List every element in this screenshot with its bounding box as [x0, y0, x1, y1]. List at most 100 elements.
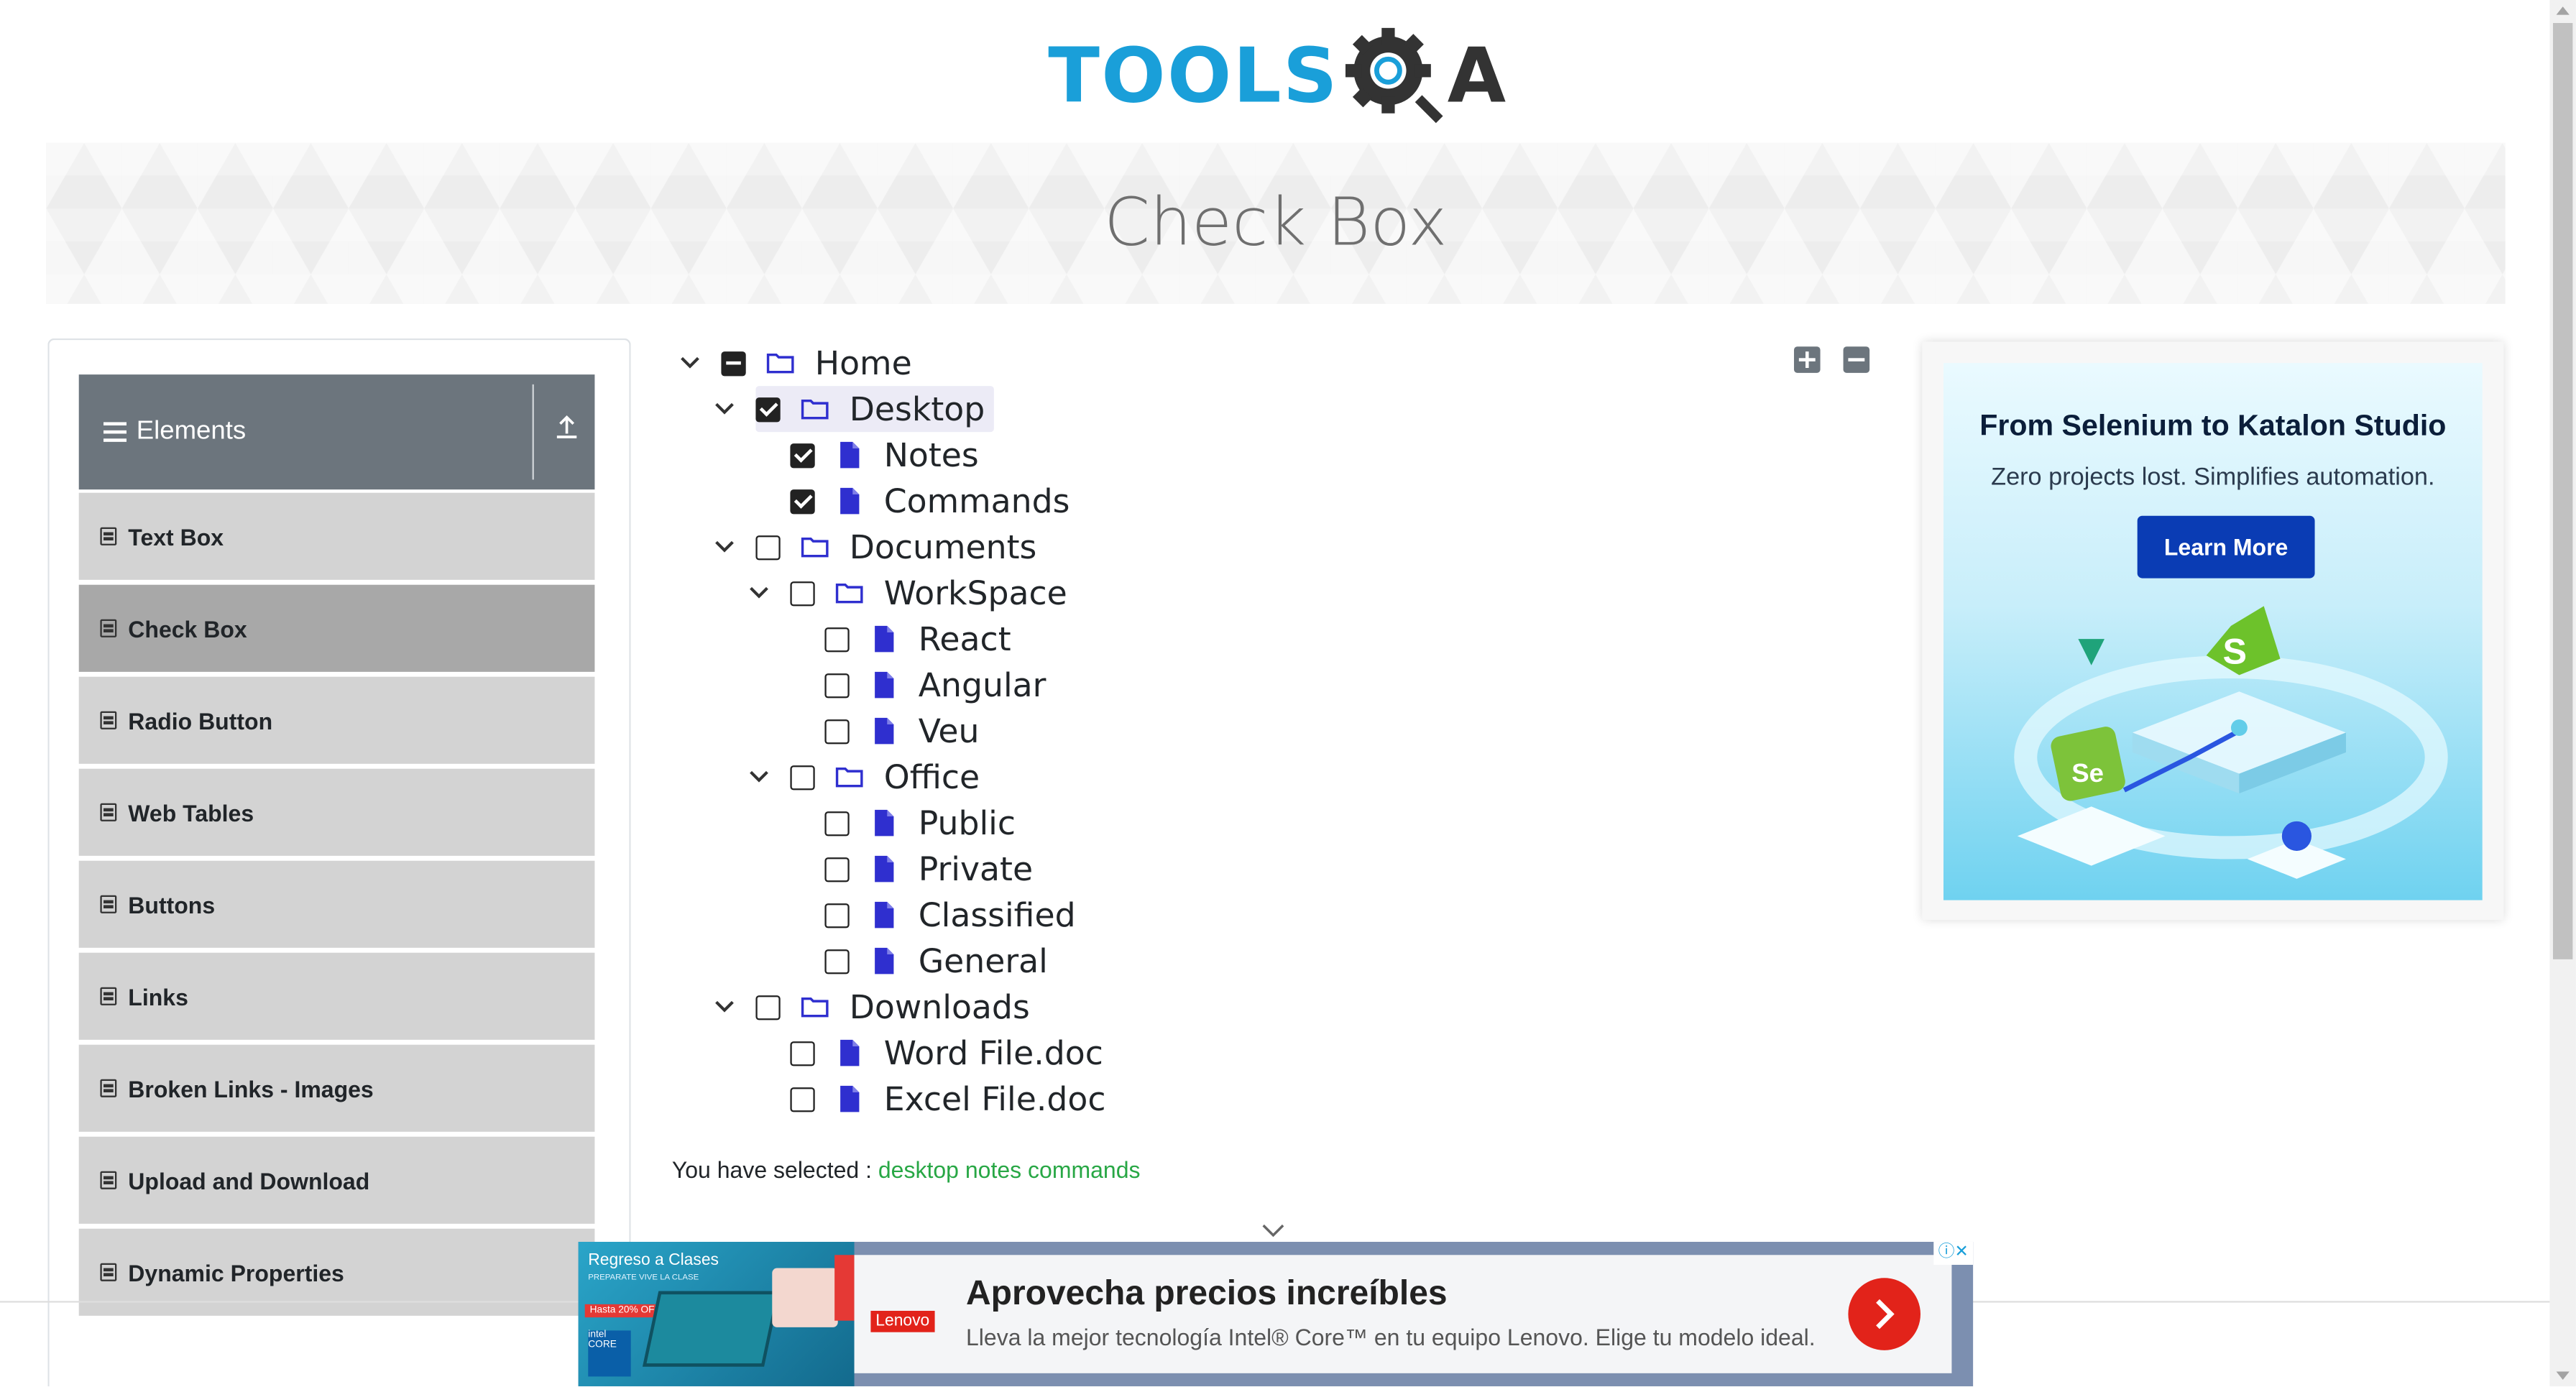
file-icon — [869, 671, 898, 700]
sidebar-item-web-tables[interactable]: Web Tables — [78, 768, 595, 856]
tree-checkbox[interactable] — [790, 580, 815, 606]
file-icon — [869, 625, 898, 654]
sidebar-item-buttons[interactable]: Buttons — [78, 860, 595, 948]
tree-node-label[interactable]: Office — [880, 757, 983, 797]
file-icon — [834, 441, 864, 470]
tree-node-label[interactable]: Commands — [880, 481, 1073, 521]
tree-checkbox[interactable] — [824, 626, 850, 652]
tree-node-home[interactable]: Home — [678, 340, 915, 386]
tree-node-classified[interactable]: Classified — [824, 892, 1079, 938]
tree-checkbox[interactable] — [790, 1086, 815, 1112]
collapse-all-button[interactable] — [1843, 346, 1870, 373]
sidebar-item-text-box[interactable]: Text Box — [78, 492, 595, 580]
tree-node-label[interactable]: React — [915, 619, 1014, 659]
sidebar-item-upload-and-download[interactable]: Upload and Download — [78, 1136, 595, 1224]
chevron-down-icon[interactable] — [713, 524, 736, 570]
sidebar-item-label: Radio Button — [128, 706, 273, 734]
chevron-down-icon[interactable] — [1261, 1222, 1284, 1239]
tree-node-label[interactable]: Veu — [915, 711, 983, 751]
scroll-down-icon[interactable] — [2556, 1371, 2570, 1380]
tree-node-word-file-doc[interactable]: Word File.doc — [790, 1030, 1106, 1076]
chevron-down-icon[interactable] — [748, 754, 770, 800]
chevron-down-icon[interactable] — [713, 386, 736, 432]
page-title: Check Box — [1104, 185, 1448, 262]
katalon-ad[interactable]: From Selenium to Katalon Studio Zero pro… — [1922, 341, 2504, 920]
tree-node-label[interactable]: Notes — [880, 436, 982, 475]
tree-node-commands[interactable]: Commands — [790, 478, 1073, 524]
tree-node-label[interactable]: Desktop — [846, 390, 988, 429]
tree-node-label[interactable]: Downloads — [846, 987, 1033, 1027]
tree-checkbox[interactable] — [824, 718, 850, 744]
page-scrollbar[interactable] — [2549, 0, 2576, 1387]
tree-node-public[interactable]: Public — [824, 800, 1018, 846]
tree-node-documents[interactable]: Documents — [713, 524, 1040, 570]
tree-node-notes[interactable]: Notes — [790, 432, 982, 478]
html5-icon — [100, 1171, 117, 1189]
html5-icon — [100, 711, 117, 729]
sidebar-item-label: Buttons — [128, 890, 216, 918]
tree-node-react[interactable]: React — [824, 616, 1014, 662]
scroll-up-icon[interactable] — [2556, 6, 2570, 15]
sidebar-item-dynamic-properties[interactable]: Dynamic Properties — [78, 1228, 595, 1316]
sidebar-item-check-box[interactable]: Check Box — [78, 584, 595, 672]
tree-node-office[interactable]: Office — [748, 754, 983, 800]
tree-node-veu[interactable]: Veu — [824, 708, 983, 754]
file-icon — [869, 900, 898, 930]
tree-node-label[interactable]: Angular — [915, 665, 1049, 705]
tree-node-angular[interactable]: Angular — [824, 662, 1049, 708]
tree-checkbox[interactable] — [824, 902, 850, 928]
tree-node-label[interactable]: Classified — [915, 895, 1079, 935]
expand-all-button[interactable] — [1793, 346, 1821, 373]
sidebar-item-label: Text Box — [128, 522, 224, 550]
chevron-down-icon[interactable] — [748, 570, 770, 616]
ad-go-button[interactable] — [1848, 1278, 1920, 1350]
tree-checkbox[interactable] — [721, 350, 746, 376]
tree-checkbox[interactable] — [755, 994, 781, 1020]
tree-node-label[interactable]: General — [915, 941, 1051, 981]
selection-result: You have selected : desktop notes comman… — [672, 1156, 1141, 1183]
tree-node-label[interactable]: Excel File.doc — [880, 1079, 1109, 1119]
tree-node-general[interactable]: General — [824, 938, 1051, 984]
scroll-thumb[interactable] — [2552, 22, 2573, 959]
tree-node-private[interactable]: Private — [824, 846, 1036, 892]
tree-checkbox[interactable] — [755, 534, 781, 560]
svg-text:Se: Se — [2071, 758, 2104, 788]
html5-icon — [100, 895, 117, 913]
hamburger-icon — [103, 422, 126, 442]
tree-node-label[interactable]: WorkSpace — [880, 573, 1070, 613]
tree-node-label[interactable]: Public — [915, 803, 1018, 843]
tree-checkbox[interactable] — [790, 764, 815, 790]
sidebar-item-links[interactable]: Links — [78, 952, 595, 1040]
tree-checkbox[interactable] — [790, 488, 815, 514]
ad-left-title: Regreso a Clases — [588, 1251, 719, 1270]
tree-node-desktop[interactable]: Desktop — [713, 386, 988, 432]
tree-checkbox[interactable] — [824, 810, 850, 836]
tree-node-label[interactable]: Word File.doc — [880, 1033, 1106, 1073]
ad-card[interactable]: Lenovo Aprovecha precios increíbles Llev… — [854, 1255, 1952, 1373]
folder-icon — [834, 762, 864, 792]
tree-checkbox[interactable] — [824, 672, 850, 698]
tree-checkbox[interactable] — [824, 948, 850, 974]
chevron-down-icon[interactable] — [678, 340, 702, 386]
lenovo-ad[interactable]: Regreso a Clases PREPARATE VIVE LA CLASE… — [578, 1241, 1974, 1387]
chevron-down-icon[interactable] — [713, 984, 736, 1030]
file-icon — [869, 716, 898, 746]
logo-text: TOOLS — [1048, 31, 1339, 120]
tree-node-excel-file-doc[interactable]: Excel File.doc — [790, 1076, 1109, 1122]
sidebar-item-broken-links-images[interactable]: Broken Links - Images — [78, 1044, 595, 1132]
sidebar-item-radio-button[interactable]: Radio Button — [78, 676, 595, 764]
tree-node-label[interactable]: Documents — [846, 527, 1040, 567]
tree-node-label[interactable]: Home — [811, 344, 915, 383]
tree-node-label[interactable]: Private — [915, 849, 1036, 889]
elements-group-header[interactable]: Elements — [78, 374, 595, 490]
tree-node-workspace[interactable]: WorkSpace — [748, 570, 1070, 616]
tree-checkbox[interactable] — [790, 1040, 815, 1066]
tree-checkbox[interactable] — [755, 396, 781, 422]
tree-checkbox[interactable] — [824, 856, 850, 882]
collapse-up-icon[interactable] — [548, 414, 584, 450]
toolsqa-logo[interactable]: TOOLS A — [1048, 23, 1507, 128]
folder-icon — [800, 992, 829, 1022]
ad-close-icon[interactable]: ⓘ✕ — [1933, 1241, 1974, 1265]
tree-checkbox[interactable] — [790, 442, 815, 468]
tree-node-downloads[interactable]: Downloads — [713, 984, 1033, 1030]
